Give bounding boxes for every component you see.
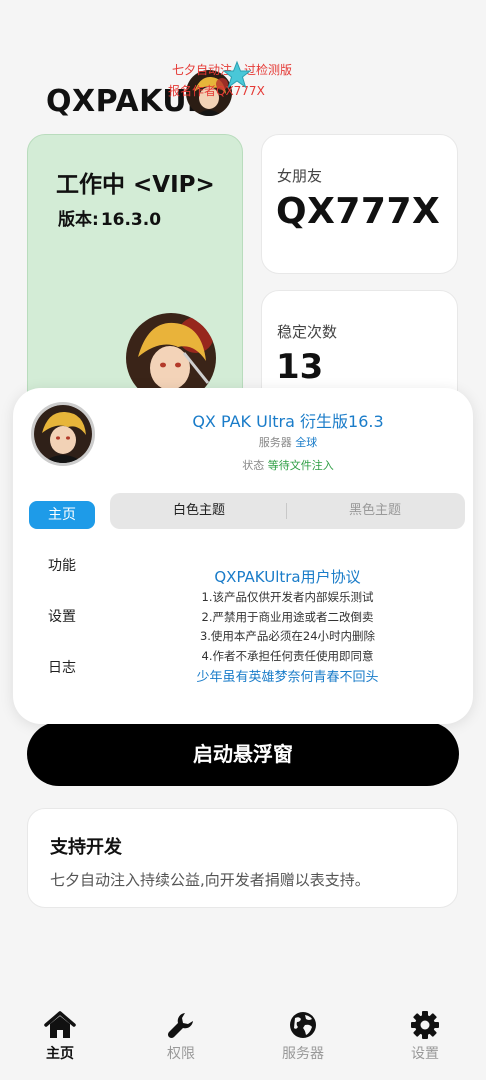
home-icon xyxy=(44,1011,76,1038)
wrench-icon xyxy=(167,1013,193,1039)
panel-title: QX PAK Ultra 衍生版16.3 xyxy=(192,412,384,431)
panel-avatar xyxy=(31,402,95,466)
panel-nav-features[interactable]: 功能 xyxy=(29,552,95,580)
state-label: 状态 xyxy=(242,459,265,472)
nav-tab-server-label: 服务器 xyxy=(282,1046,324,1062)
support-card[interactable]: 支持开发 七夕自动注入持续公益,向开发者捐赠以表支持。 xyxy=(27,808,458,908)
theme-divider xyxy=(286,503,287,519)
state-value: 等待文件注入 xyxy=(267,459,334,472)
agreement-title: QXPAKUltra用户协议 xyxy=(214,568,361,586)
globe-icon xyxy=(290,1012,316,1038)
nav-tab-home-label: 主页 xyxy=(46,1046,74,1062)
bottom-nav: 主页 权限 服务器 设置 xyxy=(0,1000,486,1080)
launch-floating-window-button[interactable]: 启动悬浮窗 xyxy=(27,722,459,786)
status-card: 工作中 <VIP> 版本: 16.3.0 xyxy=(27,134,243,414)
stability-label: 稳定次数 xyxy=(277,323,338,341)
panel-nav-home[interactable]: 主页 xyxy=(29,501,95,529)
floating-panel[interactable]: QX PAK Ultra 衍生版16.3 服务器 全球 状态 等待文件注入 主页… xyxy=(13,388,473,724)
gear-icon xyxy=(411,1011,439,1039)
support-title: 支持开发 xyxy=(50,837,122,858)
status-text: 工作中 <VIP> xyxy=(56,172,215,198)
girlfriend-card: 女朋友 QX777X xyxy=(261,134,458,274)
agreement-line: 3.使用本产品必须在24小时内删除 xyxy=(199,629,376,643)
girlfriend-label: 女朋友 xyxy=(277,167,323,185)
nav-tab-permissions[interactable]: 权限 xyxy=(136,1010,226,1063)
version-label: 版本: xyxy=(58,210,99,230)
version-value: 16.3.0 xyxy=(100,210,162,230)
nav-tab-server[interactable]: 服务器 xyxy=(258,1010,348,1063)
server-value: 全球 xyxy=(295,436,318,449)
girlfriend-value: QX777X xyxy=(276,191,441,232)
panel-nav-log[interactable]: 日志 xyxy=(29,654,95,682)
support-desc: 七夕自动注入持续公益,向开发者捐赠以表支持。 xyxy=(50,871,370,889)
stability-value: 13 xyxy=(276,347,324,387)
server-label: 服务器 xyxy=(258,436,292,449)
user-agreement: QXPAKUltra用户协议 1.该产品仅供开发者内部娱乐测试 2.严禁用于商业… xyxy=(110,566,465,689)
agreement-line: 1.该产品仅供开发者内部娱乐测试 xyxy=(201,590,374,604)
agreement-line: 4.作者不承担任何责任使用即同意 xyxy=(201,648,374,663)
star-icon xyxy=(222,60,252,89)
theme-switch: 白色主题 黑色主题 xyxy=(110,493,465,529)
version-info: 版本: 16.3.0 xyxy=(56,205,161,230)
panel-nav-settings[interactable]: 设置 xyxy=(29,603,95,631)
agreement-line: 2.严禁用于商业用途或者二改倒卖 xyxy=(201,609,374,624)
nav-tab-permissions-label: 权限 xyxy=(167,1046,195,1062)
nav-tab-settings[interactable]: 设置 xyxy=(380,1010,470,1063)
server-info: 服务器 全球 xyxy=(143,434,433,450)
motto: 少年虽有英雄梦奈何青春不回头 xyxy=(196,670,379,685)
state-info: 状态 等待文件注入 xyxy=(143,457,433,473)
theme-dark-option[interactable]: 黑色主题 xyxy=(290,497,460,525)
theme-light-option[interactable]: 白色主题 xyxy=(114,497,284,525)
nav-tab-home[interactable]: 主页 xyxy=(15,1010,105,1063)
nav-tab-settings-label: 设置 xyxy=(411,1046,439,1062)
